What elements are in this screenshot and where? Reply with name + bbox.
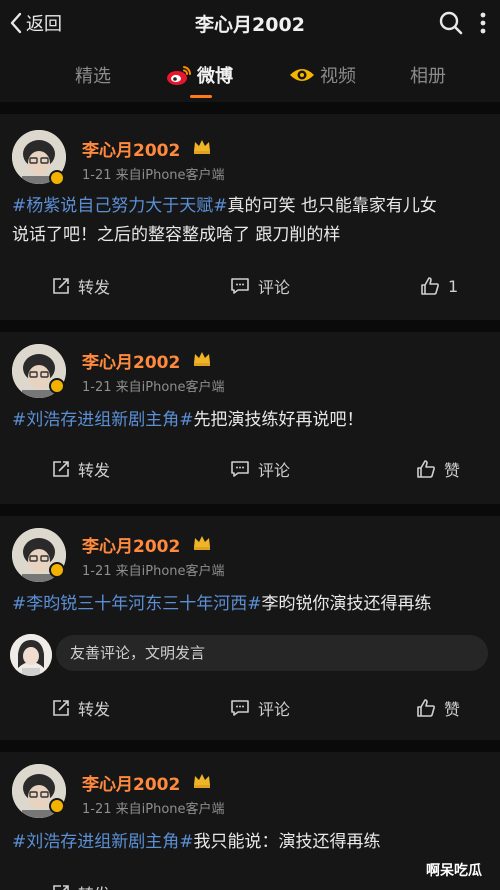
comment-icon <box>231 278 249 294</box>
search-icon[interactable] <box>438 10 464 36</box>
thumbs-up-icon <box>421 277 439 295</box>
crown-icon <box>194 140 210 154</box>
hashtag-link[interactable]: #李昀锐三十年河东三十年河西# <box>12 594 262 614</box>
username[interactable]: 李心月2002 <box>82 532 180 557</box>
post-meta: 1-21 来自iPhone客户端 <box>82 564 225 579</box>
tab-album[interactable]: 相册 <box>410 62 446 88</box>
repost-icon <box>53 461 69 477</box>
verified-badge <box>49 798 65 814</box>
crown-icon <box>194 536 210 550</box>
repost-label: 转发 <box>78 278 111 297</box>
avatar-image <box>10 634 52 676</box>
like-button[interactable]: 1 <box>420 271 458 301</box>
post-text: 真的可笑 也只能靠家有儿女 <box>227 196 437 216</box>
repost-button[interactable]: 转发 <box>52 454 110 484</box>
thumbs-up-icon <box>417 460 435 478</box>
thumbs-up-icon <box>417 699 435 717</box>
watermark: 啊呆吃瓜 <box>426 863 482 879</box>
post-text: 说话了吧！之后的整容整成啥了 跟刀削的样 <box>12 225 341 245</box>
post-card[interactable]: 李心月2002 1-21 来自iPhone客户端 #杨紫说自己努力大于天赋#真的… <box>0 114 500 320</box>
hashtag-link[interactable]: #杨紫说自己努力大于天赋# <box>12 196 228 216</box>
post-meta: 1-21 来自iPhone客户端 <box>82 168 225 183</box>
crown-icon <box>194 774 210 788</box>
tab-label: 视频 <box>320 66 356 87</box>
divider <box>0 740 500 752</box>
tab-label: 精选 <box>75 66 111 87</box>
repost-button[interactable]: 转发 <box>52 693 110 723</box>
post-text: 李昀锐你演技还得再练 <box>261 594 432 614</box>
top-bar: 返回 李心月2002 <box>0 0 500 46</box>
tab-label: 相册 <box>410 66 446 87</box>
like-count: 1 <box>448 276 459 296</box>
repost-label: 转发 <box>78 461 111 480</box>
like-label: 赞 <box>444 700 461 719</box>
post-meta: 1-21 来自iPhone客户端 <box>82 802 225 817</box>
tab-bar: 精选 微博 视频 相册 <box>0 46 500 102</box>
post-actions: 转发 评论 1 <box>0 271 500 301</box>
post-text: 我只能说：演技还得再练 <box>193 832 381 852</box>
post-content: #刘浩存进组新剧主角#先把演技练好再说吧！ <box>12 406 492 435</box>
hashtag-link[interactable]: #刘浩存进组新剧主角# <box>12 832 194 852</box>
repost-label: 转发 <box>78 700 111 719</box>
divider <box>0 504 500 516</box>
verified-badge <box>49 562 65 578</box>
post-content: #杨紫说自己努力大于天赋#真的可笑 也只能靠家有儿女 说话了吧！之后的整容整成啥… <box>12 192 492 250</box>
like-label: 赞 <box>444 461 461 480</box>
verified-badge <box>49 378 65 394</box>
repost-icon <box>53 700 69 716</box>
tab-weibo[interactable]: 微博 <box>165 62 233 88</box>
post-meta: 1-21 来自iPhone客户端 <box>82 380 225 395</box>
active-tab-indicator <box>190 95 212 98</box>
comment-button[interactable]: 评论 <box>230 271 290 301</box>
crown-icon <box>194 352 210 366</box>
tab-featured[interactable]: 精选 <box>75 62 111 88</box>
hashtag-link[interactable]: #刘浩存进组新剧主角# <box>12 410 194 430</box>
username[interactable]: 李心月2002 <box>82 770 180 795</box>
post-actions: 转发 <box>0 878 500 890</box>
like-button[interactable]: 赞 <box>416 693 460 723</box>
tab-label: 微博 <box>197 66 233 87</box>
comment-button[interactable]: 评论 <box>230 454 290 484</box>
post-text: 先把演技练好再说吧！ <box>193 410 364 430</box>
repost-icon <box>53 278 69 294</box>
comment-icon <box>231 700 249 716</box>
post-card[interactable]: 李心月2002 1-21 来自iPhone客户端 #李昀锐三十年河东三十年河西#… <box>0 516 500 740</box>
like-button[interactable]: 赞 <box>416 454 460 484</box>
comment-button[interactable]: 评论 <box>230 693 290 723</box>
more-vertical-icon[interactable] <box>474 10 492 36</box>
comment-bar: 友善评论，文明发言 <box>0 632 500 676</box>
divider <box>0 320 500 332</box>
tab-video[interactable]: 视频 <box>288 62 356 88</box>
repost-label: 转发 <box>78 881 110 890</box>
post-content: #刘浩存进组新剧主角#我只能说：演技还得再练 <box>12 828 492 857</box>
comment-icon <box>231 461 249 477</box>
comment-label: 评论 <box>258 278 291 297</box>
username[interactable]: 李心月2002 <box>82 348 180 373</box>
post-content: #李昀锐三十年河东三十年河西#李昀锐你演技还得再练 <box>12 590 492 619</box>
comment-input[interactable]: 友善评论，文明发言 <box>56 635 488 671</box>
repost-button[interactable]: 转发 <box>52 271 110 301</box>
page-title: 李心月2002 <box>195 14 305 36</box>
verified-badge <box>49 170 65 186</box>
my-avatar[interactable] <box>10 634 52 676</box>
username[interactable]: 李心月2002 <box>82 136 180 161</box>
post-card[interactable]: 李心月2002 1-21 来自iPhone客户端 #刘浩存进组新剧主角#我只能说… <box>0 752 500 890</box>
video-eye-icon <box>290 69 314 81</box>
divider <box>0 102 500 114</box>
post-actions: 转发 评论 赞 <box>0 693 500 723</box>
post-actions: 转发 评论 赞 <box>0 454 500 484</box>
repost-icon <box>53 885 69 890</box>
post-card[interactable]: 李心月2002 1-21 来自iPhone客户端 #刘浩存进组新剧主角#先把演技… <box>0 332 500 504</box>
comment-label: 评论 <box>258 461 291 480</box>
weibo-icon <box>167 66 192 85</box>
comment-label: 评论 <box>258 700 291 719</box>
repost-button[interactable]: 转发 <box>52 878 110 890</box>
